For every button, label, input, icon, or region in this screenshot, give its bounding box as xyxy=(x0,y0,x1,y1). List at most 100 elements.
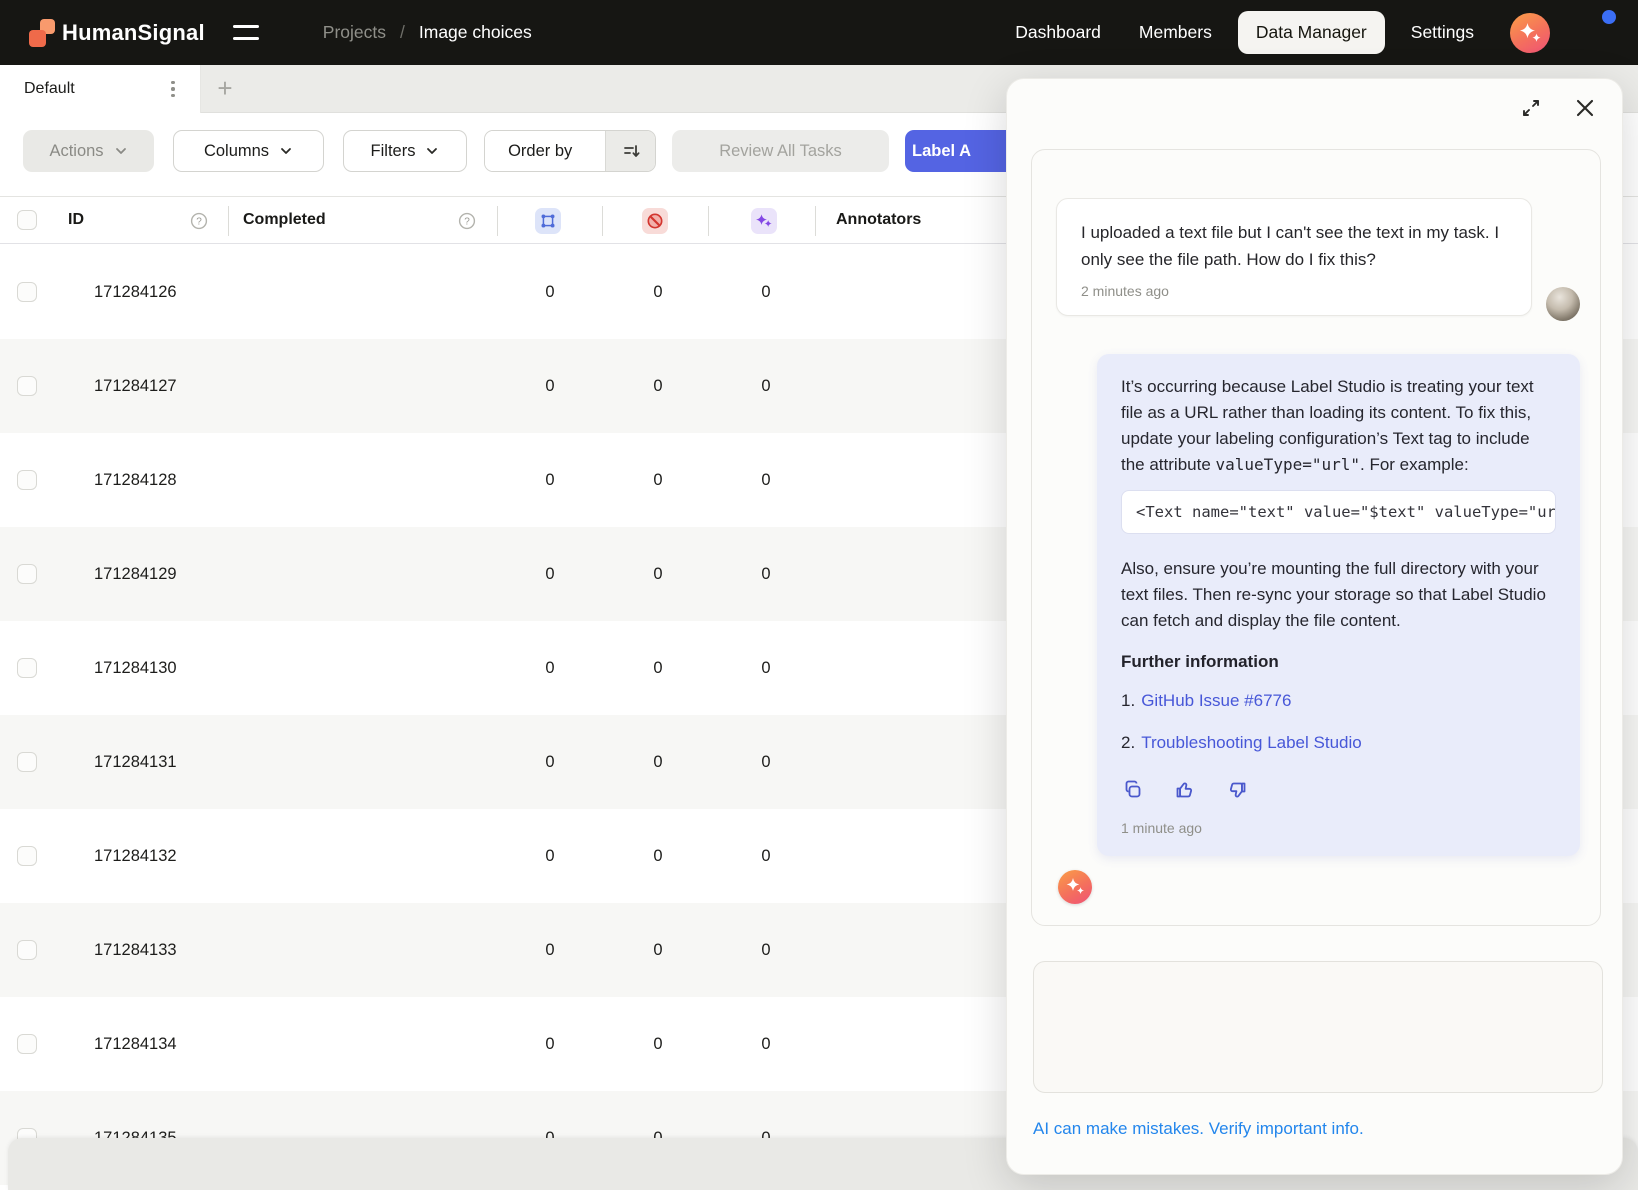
humansignal-logo[interactable]: HumanSignal xyxy=(29,19,205,47)
ai-message-timestamp: 1 minute ago xyxy=(1121,820,1556,836)
filters-dropdown[interactable]: Filters xyxy=(343,130,467,172)
task-id-cell: 171284129 xyxy=(94,565,177,584)
row-checkbox[interactable] xyxy=(17,376,37,396)
sparkle-icon xyxy=(1510,13,1550,53)
menu-icon[interactable] xyxy=(233,13,273,53)
message-actions xyxy=(1121,778,1556,802)
predictions-count-cell: 0 xyxy=(753,283,779,302)
task-id-cell: 171284131 xyxy=(94,753,177,772)
review-all-tasks-button[interactable]: Review All Tasks xyxy=(672,130,889,172)
row-checkbox[interactable] xyxy=(17,470,37,490)
ai-chat-avatar xyxy=(1058,870,1092,904)
cancelled-annotations-column-icon[interactable] xyxy=(642,208,668,234)
github-issue-link[interactable]: GitHub Issue #6776 xyxy=(1141,691,1291,710)
expand-panel-icon[interactable] xyxy=(1519,96,1543,120)
column-header-completed[interactable]: Completed xyxy=(243,211,326,229)
reference-links: 1.GitHub Issue #6776 2. Troubleshooting L… xyxy=(1121,680,1556,764)
tab-options-kebab-icon[interactable] xyxy=(164,78,182,100)
predictions-count-cell: 0 xyxy=(753,659,779,678)
actions-dropdown[interactable]: Actions xyxy=(23,130,154,172)
ai-paragraph-2: Also, ensure you’re mounting the full di… xyxy=(1121,556,1556,634)
sparkle-icon xyxy=(1058,870,1092,904)
label-button-label: Label A xyxy=(912,142,971,161)
chevron-down-icon xyxy=(114,144,128,158)
chevron-down-icon xyxy=(279,144,293,158)
row-checkbox[interactable] xyxy=(17,846,37,866)
ai-assistant-panel: I uploaded a text file but I can't see t… xyxy=(1006,78,1623,1175)
nav-settings[interactable]: Settings xyxy=(1399,11,1486,54)
add-tab-button[interactable]: + xyxy=(212,76,238,102)
annotations-count-cell: 0 xyxy=(537,847,563,866)
column-header-annotators[interactable]: Annotators xyxy=(836,211,921,229)
user-chat-avatar xyxy=(1546,287,1580,321)
list-number: 2. xyxy=(1121,733,1135,752)
completed-help-icon[interactable]: ? xyxy=(458,212,476,230)
columns-dropdown[interactable]: Columns xyxy=(173,130,324,172)
copy-icon[interactable] xyxy=(1121,778,1145,802)
task-id-cell: 171284126 xyxy=(94,283,177,302)
task-id-cell: 171284127 xyxy=(94,377,177,396)
predictions-count-cell: 0 xyxy=(753,471,779,490)
notification-badge xyxy=(1602,10,1616,24)
inline-code: valueType="url" xyxy=(1216,455,1361,474)
breadcrumb-current-project: Image choices xyxy=(419,22,532,43)
annotations-count-cell: 0 xyxy=(537,1035,563,1054)
list-item: 1.GitHub Issue #6776 xyxy=(1121,680,1556,722)
order-by-label: Order by xyxy=(485,131,595,171)
ai-message-bubble: It’s occurring because Label Studio is t… xyxy=(1097,354,1580,856)
cancelled-count-cell: 0 xyxy=(645,471,671,490)
predictions-count-cell: 0 xyxy=(753,565,779,584)
top-nav-links: Dashboard Members Data Manager Settings xyxy=(1003,11,1614,54)
ai-disclaimer-link[interactable]: AI can make mistakes. Verify important i… xyxy=(1033,1119,1364,1139)
row-checkbox[interactable] xyxy=(17,940,37,960)
nav-data-manager[interactable]: Data Manager xyxy=(1238,11,1385,54)
task-id-cell: 171284134 xyxy=(94,1035,177,1054)
columns-label: Columns xyxy=(204,142,269,161)
tab-default[interactable]: Default xyxy=(0,65,201,113)
cancelled-count-cell: 0 xyxy=(645,283,671,302)
annotations-column-icon[interactable] xyxy=(535,208,561,234)
filters-label: Filters xyxy=(371,142,416,161)
task-id-cell: 171284130 xyxy=(94,659,177,678)
user-menu[interactable] xyxy=(1574,13,1614,53)
breadcrumb: Projects / Image choices xyxy=(323,22,532,43)
cancelled-count-cell: 0 xyxy=(645,941,671,960)
predictions-count-cell: 0 xyxy=(753,941,779,960)
app-screen: HumanSignal Projects / Image choices Das… xyxy=(0,0,1638,1190)
nav-dashboard[interactable]: Dashboard xyxy=(1003,11,1113,54)
close-panel-icon[interactable] xyxy=(1573,96,1597,120)
thumbs-up-icon[interactable] xyxy=(1173,778,1197,802)
ai-assistant-button[interactable] xyxy=(1510,13,1550,53)
tab-default-label: Default xyxy=(24,80,75,98)
row-checkbox[interactable] xyxy=(17,1034,37,1054)
svg-text:?: ? xyxy=(196,216,202,227)
troubleshooting-link[interactable]: Troubleshooting Label Studio xyxy=(1141,733,1362,752)
breadcrumb-projects[interactable]: Projects xyxy=(323,22,386,43)
code-block[interactable]: <Text name="text" value="$text" valueTyp… xyxy=(1121,490,1556,534)
annotations-count-cell: 0 xyxy=(537,565,563,584)
row-checkbox[interactable] xyxy=(17,752,37,772)
column-header-id[interactable]: ID xyxy=(68,211,84,229)
row-checkbox[interactable] xyxy=(17,564,37,584)
sort-direction-button[interactable] xyxy=(605,131,655,171)
nav-members[interactable]: Members xyxy=(1127,11,1224,54)
chat-input[interactable] xyxy=(1033,961,1603,1093)
annotations-count-cell: 0 xyxy=(537,471,563,490)
chat-messages-card: I uploaded a text file but I can't see t… xyxy=(1031,149,1601,926)
id-help-icon[interactable]: ? xyxy=(190,212,208,230)
cancelled-count-cell: 0 xyxy=(645,1035,671,1054)
thumbs-down-icon[interactable] xyxy=(1225,778,1249,802)
select-all-checkbox[interactable] xyxy=(17,210,37,230)
row-checkbox[interactable] xyxy=(17,658,37,678)
user-message-bubble: I uploaded a text file but I can't see t… xyxy=(1056,198,1532,316)
order-by-control[interactable]: Order by xyxy=(484,130,656,172)
review-all-tasks-label: Review All Tasks xyxy=(719,142,842,161)
predictions-count-cell: 0 xyxy=(753,1035,779,1054)
cancelled-count-cell: 0 xyxy=(645,659,671,678)
row-checkbox[interactable] xyxy=(17,282,37,302)
annotations-count-cell: 0 xyxy=(537,283,563,302)
actions-label: Actions xyxy=(49,142,103,161)
list-item: 2. Troubleshooting Label Studio xyxy=(1121,722,1556,764)
predictions-column-icon[interactable] xyxy=(751,208,777,234)
annotations-count-cell: 0 xyxy=(537,941,563,960)
